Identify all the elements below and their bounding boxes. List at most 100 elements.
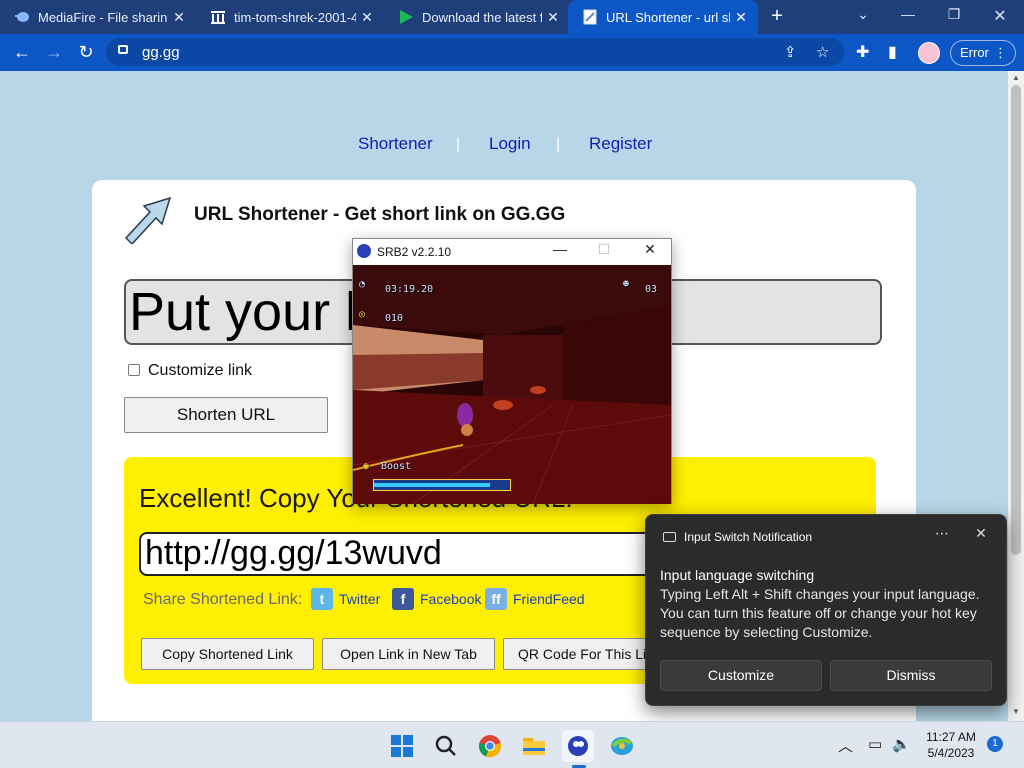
scroll-up-icon[interactable]: ▲ bbox=[1008, 73, 1024, 82]
hud-lives: 03 bbox=[645, 284, 658, 295]
tab-title: tim-tom-shrek-2001-48 bbox=[234, 9, 356, 25]
browser-tab-strip: MediaFire - File sharing ✕ tim-tom-shrek… bbox=[0, 0, 1024, 34]
keyboard-icon bbox=[663, 532, 676, 542]
network-icon[interactable]: ▭ bbox=[868, 735, 882, 753]
nav-shortener-link[interactable]: Shortener bbox=[358, 134, 433, 154]
tab-title: MediaFire - File sharing bbox=[38, 9, 168, 25]
close-tab-icon[interactable]: ✕ bbox=[168, 9, 190, 26]
dismiss-button[interactable]: Dismiss bbox=[830, 660, 992, 691]
taskbar-clock[interactable]: 11:27 AM 5/4/2023 bbox=[918, 729, 984, 761]
notification-body: Typing Left Alt + Shift changes your inp… bbox=[660, 586, 980, 640]
lock-icon bbox=[118, 45, 128, 54]
close-tab-icon[interactable]: ✕ bbox=[356, 9, 378, 26]
notification-count-badge[interactable]: 1 bbox=[987, 736, 1003, 752]
share-facebook-link[interactable]: f Facebook bbox=[392, 588, 481, 610]
extensions-puzzle-icon[interactable]: ✚ bbox=[856, 42, 869, 62]
chrome-icon[interactable] bbox=[474, 730, 506, 762]
nav-register-link[interactable]: Register bbox=[589, 134, 652, 154]
share-twitter-link[interactable]: t Twitter bbox=[311, 588, 380, 610]
srb2-game-window[interactable]: SRB2 v2.2.10 — ☐ ✕ ◔ 03:19.20 ◎ 010 ☻ 03… bbox=[352, 238, 672, 504]
minimize-button[interactable]: — bbox=[888, 6, 928, 22]
tab-url-shortener[interactable]: URL Shortener - url shr ✕ bbox=[568, 0, 758, 34]
clock-date: 5/4/2023 bbox=[927, 746, 975, 760]
scrollbar-thumb[interactable] bbox=[1011, 85, 1021, 555]
game-window-title: SRB2 v2.2.10 bbox=[377, 245, 452, 259]
more-options-icon[interactable]: ⋯ bbox=[930, 525, 954, 542]
nav-login-link[interactable]: Login bbox=[489, 134, 531, 154]
close-tab-icon[interactable]: ✕ bbox=[730, 9, 752, 26]
tab-archive[interactable]: tim-tom-shrek-2001-48 ✕ bbox=[196, 0, 384, 34]
taskbar: ︿ ▭ 🔈 11:27 AM 5/4/2023 1 bbox=[0, 721, 1024, 768]
customize-checkbox[interactable] bbox=[128, 364, 140, 376]
clock-time: 11:27 AM bbox=[926, 730, 976, 744]
friendfeed-icon: ff bbox=[485, 588, 507, 610]
srb2-taskbar-icon[interactable] bbox=[562, 730, 594, 762]
tab-title: URL Shortener - url shr bbox=[606, 9, 730, 25]
side-panel-icon[interactable]: ▮ bbox=[888, 42, 897, 62]
hud-boost-label: Boost bbox=[381, 461, 412, 472]
tab-mediafire[interactable]: MediaFire - File sharing ✕ bbox=[0, 0, 196, 34]
scroll-down-icon[interactable]: ▼ bbox=[1008, 707, 1024, 716]
shorten-url-button[interactable]: Shorten URL bbox=[124, 397, 328, 433]
hud-lives-icon: ☻ bbox=[623, 279, 630, 290]
share-facebook-label: Facebook bbox=[420, 591, 482, 607]
game-viewport[interactable]: ◔ 03:19.20 ◎ 010 ☻ 03 ◉ Boost bbox=[353, 265, 671, 504]
copy-shortened-link-button[interactable]: Copy Shortened Link bbox=[141, 638, 314, 670]
share-friendfeed-link[interactable]: ff FriendFeed bbox=[485, 588, 585, 610]
page-scrollbar[interactable]: ▲ ▼ bbox=[1008, 71, 1024, 721]
arrow-logo-icon bbox=[124, 196, 172, 244]
open-link-new-tab-button[interactable]: Open Link in New Tab bbox=[322, 638, 495, 670]
hud-boost-icon: ◉ bbox=[363, 461, 370, 472]
tab-search-chevron-icon[interactable]: ⌄ bbox=[843, 6, 883, 23]
game-minimize-button[interactable]: — bbox=[545, 241, 575, 257]
boost-meter bbox=[373, 479, 511, 491]
address-bar[interactable]: gg.gg ⇪ ☆ bbox=[106, 38, 844, 66]
sonic-app-icon bbox=[357, 244, 371, 258]
page-title: URL Shortener - Get short link on GG.GG bbox=[194, 204, 566, 225]
bookmark-star-icon[interactable]: ☆ bbox=[816, 43, 829, 61]
new-tab-button[interactable]: + bbox=[766, 6, 788, 28]
file-explorer-icon[interactable] bbox=[518, 730, 550, 762]
share-friendfeed-label: FriendFeed bbox=[513, 591, 585, 607]
twitter-icon: t bbox=[311, 588, 333, 610]
volume-icon[interactable]: 🔈 bbox=[892, 735, 911, 753]
game-close-button[interactable]: ✕ bbox=[635, 241, 665, 258]
search-icon[interactable] bbox=[430, 730, 462, 762]
tab-download[interactable]: Download the latest fr ✕ bbox=[384, 0, 570, 34]
game-maximize-button[interactable]: ☐ bbox=[589, 241, 619, 258]
globe-app-icon[interactable] bbox=[606, 730, 638, 762]
back-icon[interactable]: ← bbox=[10, 42, 34, 62]
document-icon bbox=[582, 9, 598, 25]
forward-icon[interactable]: → bbox=[42, 42, 66, 62]
input-switch-notification: Input Switch Notification ⋯ ✕ Input lang… bbox=[645, 514, 1007, 706]
address-text: gg.gg bbox=[142, 44, 180, 61]
menu-dots-icon: ⋮ bbox=[994, 45, 1007, 60]
restore-button[interactable]: ❐ bbox=[934, 6, 974, 23]
share-label: Share Shortened Link: bbox=[143, 591, 303, 608]
hud-rings: 010 bbox=[385, 313, 404, 324]
boost-meter-fill bbox=[374, 483, 490, 487]
nav-divider: | bbox=[456, 136, 461, 153]
archive-icon bbox=[210, 9, 226, 25]
share-icon[interactable]: ⇪ bbox=[784, 43, 797, 61]
hud-time-icon: ◔ bbox=[359, 279, 366, 290]
start-windows-icon[interactable] bbox=[386, 730, 418, 762]
share-twitter-label: Twitter bbox=[339, 591, 381, 607]
browser-toolbar: ← → ↻ gg.gg ⇪ ☆ ✚ ▮ Error ⋮ bbox=[0, 34, 1024, 71]
notification-close-icon[interactable]: ✕ bbox=[969, 525, 993, 542]
close-tab-icon[interactable]: ✕ bbox=[542, 9, 564, 26]
facebook-icon: f bbox=[392, 588, 414, 610]
customize-button[interactable]: Customize bbox=[660, 660, 822, 691]
error-button[interactable]: Error ⋮ bbox=[950, 40, 1016, 66]
close-window-button[interactable]: ✕ bbox=[980, 6, 1020, 26]
reload-icon[interactable]: ↻ bbox=[74, 42, 98, 62]
error-label: Error bbox=[960, 45, 989, 60]
notification-title: Input language switching bbox=[660, 567, 815, 583]
hud-ring-icon: ◎ bbox=[359, 309, 366, 320]
hud-time: 03:19.20 bbox=[385, 284, 434, 295]
notification-app-name: Input Switch Notification bbox=[684, 530, 813, 544]
tab-title: Download the latest fr bbox=[422, 9, 542, 25]
profile-avatar[interactable] bbox=[918, 42, 940, 64]
tray-chevron-icon[interactable]: ︿ bbox=[838, 735, 853, 756]
flag-icon bbox=[398, 9, 414, 25]
